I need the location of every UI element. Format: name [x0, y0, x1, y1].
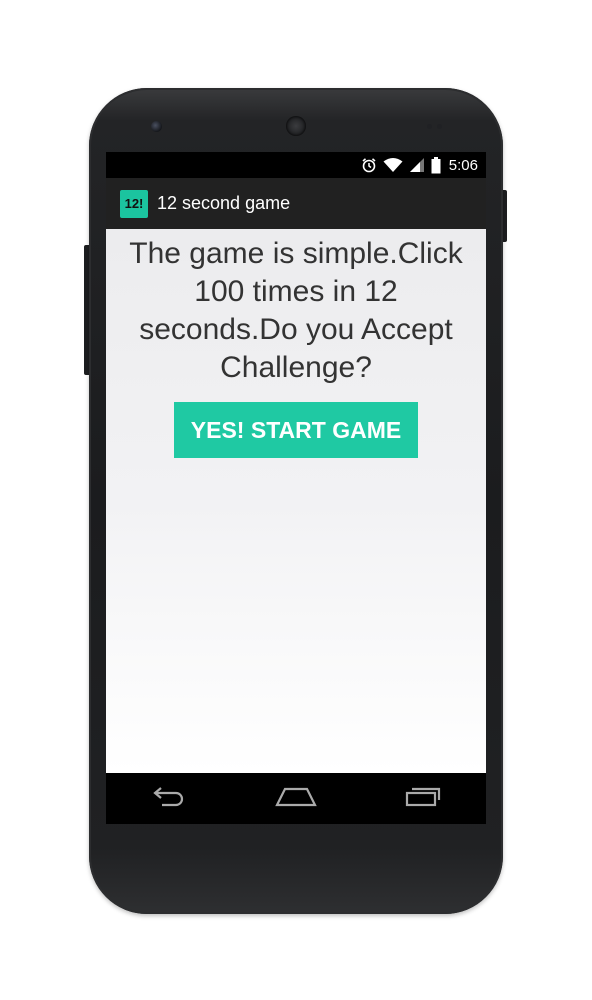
signal-icon: [409, 157, 425, 173]
back-button[interactable]: [139, 779, 199, 819]
game-prompt: The game is simple.Click 100 times in 12…: [129, 237, 463, 384]
phone-screen: 5:06 12! 12 second game The game is simp…: [106, 152, 486, 824]
front-camera-icon: [151, 121, 162, 132]
status-time: 5:06: [448, 156, 478, 174]
nav-bar: [106, 773, 486, 824]
sensor-dot: [427, 124, 432, 129]
recents-button[interactable]: [393, 779, 453, 819]
main-content: The game is simple.Click 100 times in 12…: [106, 229, 486, 773]
alarm-icon: [361, 157, 377, 173]
home-icon: [275, 785, 317, 812]
start-game-button[interactable]: YES! START GAME: [174, 402, 418, 458]
recents-icon: [403, 785, 443, 812]
back-icon: [150, 785, 188, 812]
sensor-dot: [437, 124, 442, 129]
battery-icon: [431, 156, 441, 174]
home-button[interactable]: [266, 779, 326, 819]
status-bar: 5:06: [106, 152, 486, 178]
action-bar: 12! 12 second game: [106, 178, 486, 229]
wifi-icon: [383, 157, 403, 173]
app-icon: 12!: [120, 189, 148, 218]
app-title: 12 second game: [157, 193, 291, 213]
speaker-grille-icon: [286, 116, 306, 136]
